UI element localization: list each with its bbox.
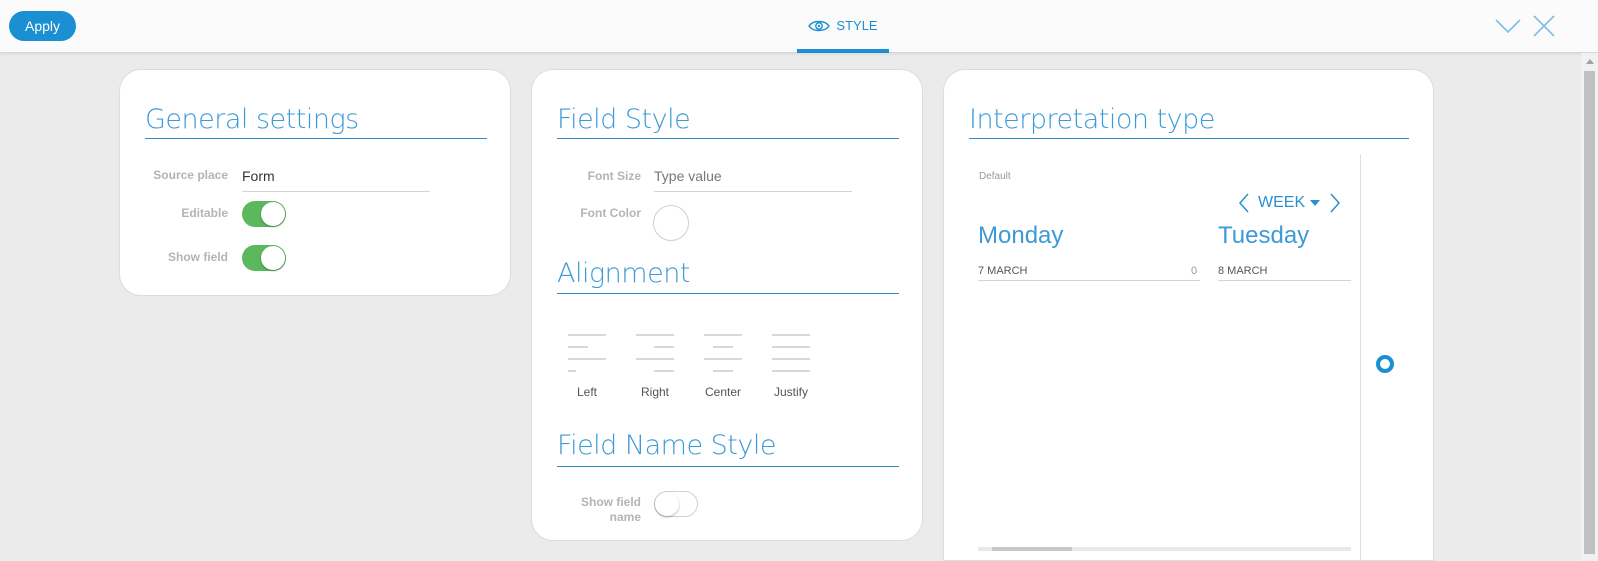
align-right-icon[interactable]	[636, 334, 676, 376]
alignment-title: Alignment	[557, 258, 690, 289]
align-justify-icon[interactable]	[772, 334, 812, 376]
align-justify-label[interactable]: Justify	[761, 385, 821, 399]
show-field-toggle[interactable]	[242, 245, 286, 271]
font-color-picker[interactable]	[653, 205, 689, 241]
source-place-underline	[242, 191, 430, 192]
align-center-icon[interactable]	[704, 334, 744, 376]
title-divider	[557, 138, 899, 139]
field-name-style-divider	[557, 466, 899, 467]
show-field-name-label-line2: name	[609, 510, 641, 524]
source-place-label: Source place	[153, 168, 228, 182]
page-scrollbar[interactable]	[1581, 53, 1598, 561]
day-name-tuesday: Tuesday	[1218, 222, 1310, 249]
day-count-monday: 0	[1191, 265, 1198, 277]
align-left-icon[interactable]	[568, 334, 608, 376]
day-date-monday: 7 MARCH	[978, 265, 1028, 277]
show-field-name-toggle[interactable]	[654, 491, 698, 517]
resize-handle[interactable]	[1376, 355, 1394, 373]
week-navigator: WEEK	[1237, 192, 1342, 214]
day-underline-monday	[978, 280, 1200, 281]
general-settings-title: General settings	[145, 104, 359, 135]
day-date-tuesday: 8 MARCH	[1218, 265, 1268, 277]
close-icon[interactable]	[1530, 14, 1558, 38]
tab-style-label: STYLE	[836, 18, 878, 33]
align-right-label[interactable]: Right	[625, 385, 685, 399]
field-name-style-title: Field Name Style	[557, 430, 776, 461]
font-size-underline	[654, 191, 852, 192]
editable-toggle[interactable]	[242, 201, 286, 227]
align-center-label[interactable]: Center	[693, 385, 753, 399]
top-toolbar: Apply STYLE	[0, 0, 1598, 53]
calendar-divider	[1360, 154, 1361, 561]
chevron-right-icon[interactable]	[1328, 192, 1342, 214]
chevron-left-icon[interactable]	[1237, 192, 1251, 214]
hscroll-thumb[interactable]	[992, 547, 1072, 551]
field-style-card: Field Style Font Size Type value Font Co…	[531, 69, 923, 541]
day-underline-tuesday	[1218, 280, 1351, 281]
caret-down-icon[interactable]	[1310, 200, 1321, 206]
general-settings-card: General settings Source place Form Edita…	[119, 69, 511, 296]
scrollbar-thumb[interactable]	[1584, 71, 1595, 554]
font-size-label: Font Size	[587, 169, 641, 183]
scroll-up-arrow-icon[interactable]	[1586, 59, 1594, 64]
alignment-divider	[557, 293, 899, 294]
editable-label: Editable	[181, 206, 228, 220]
source-place-value[interactable]: Form	[242, 168, 275, 184]
field-style-title: Field Style	[557, 104, 691, 135]
calendar-hscrollbar[interactable]	[978, 547, 1351, 551]
show-field-name-label: Show field	[581, 495, 641, 509]
apply-button[interactable]: Apply	[9, 11, 76, 41]
font-color-label: Font Color	[580, 206, 641, 220]
interpretation-card: Interpretation type Default WEEK Monday …	[943, 69, 1434, 561]
title-divider	[969, 138, 1409, 139]
tab-style[interactable]: STYLE	[797, 0, 889, 53]
default-label: Default	[979, 171, 1011, 182]
align-left-label[interactable]: Left	[557, 385, 617, 399]
chevron-down-icon[interactable]	[1494, 14, 1522, 38]
week-selector[interactable]: WEEK	[1258, 194, 1305, 212]
interpretation-title: Interpretation type	[969, 104, 1215, 135]
show-field-label: Show field	[168, 250, 228, 264]
day-name-monday: Monday	[978, 222, 1064, 249]
font-size-input[interactable]: Type value	[654, 168, 722, 184]
title-divider	[145, 138, 487, 139]
eye-icon	[808, 20, 831, 31]
